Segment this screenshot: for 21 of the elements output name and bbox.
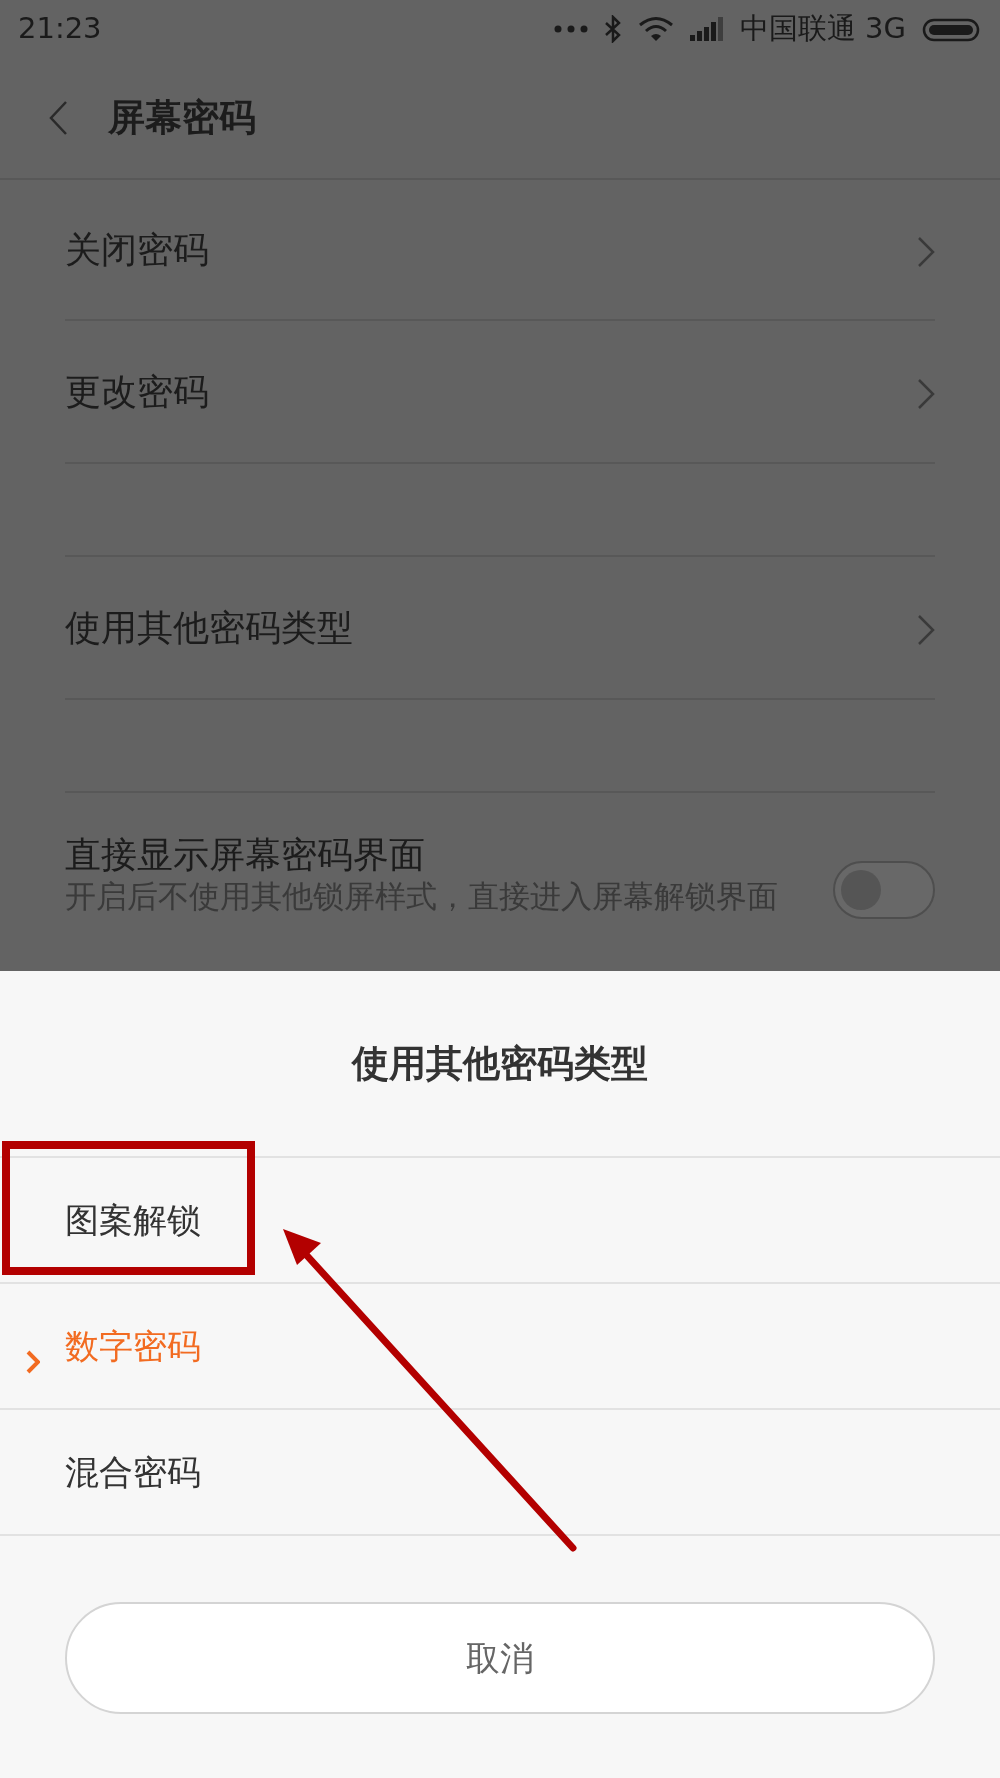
settings-row[interactable]: 更改密码 — [65, 321, 935, 462]
page-title: 屏幕密码 — [108, 94, 256, 141]
status-time: 21:23 — [18, 9, 102, 47]
carrier-label: 中国联通 3G — [739, 9, 906, 47]
option-item[interactable]: 混合密码 — [0, 1410, 1000, 1536]
back-button[interactable] — [48, 99, 68, 136]
chevron-right-icon — [917, 377, 935, 410]
bluetooth-icon — [603, 14, 622, 43]
settings-row[interactable]: 使用其他密码类型 — [65, 557, 935, 698]
selected-chevron-icon — [26, 1349, 40, 1374]
wifi-icon — [637, 15, 674, 42]
setting-label: 直接显示屏幕密码界面 — [65, 833, 426, 877]
more-dots-icon — [553, 24, 588, 33]
cancel-button[interactable]: 取消 — [65, 1602, 935, 1714]
option-item[interactable]: 数字密码 — [0, 1284, 1000, 1410]
chevron-right-icon — [917, 613, 935, 646]
signal-icon — [689, 16, 724, 41]
settings-row[interactable]: 关闭密码 — [65, 180, 935, 321]
sheet-title: 使用其他密码类型 — [0, 971, 1000, 1158]
chevron-right-icon — [917, 235, 935, 268]
battery-icon — [922, 17, 982, 42]
